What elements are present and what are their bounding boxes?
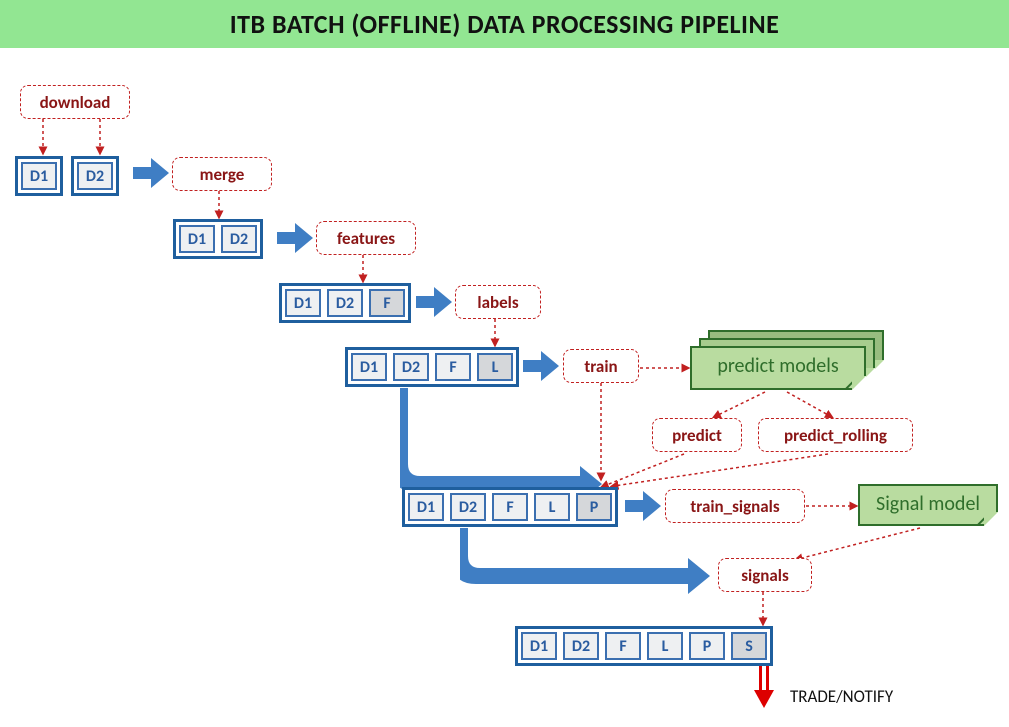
step-download: download xyxy=(20,85,130,119)
cells-merged: D1 D2 xyxy=(173,219,263,259)
cell-d1: D1 xyxy=(285,289,321,317)
cell-l: L xyxy=(534,493,570,521)
step-merge: merge xyxy=(172,157,272,191)
cells-labels: D1 D2 F L xyxy=(345,347,519,387)
arrow-models-predict xyxy=(710,390,770,420)
step-labels: labels xyxy=(455,285,541,319)
cell-p: P xyxy=(576,493,612,521)
cells-signals: D1 D2 F L P S xyxy=(515,626,773,666)
cell-d2: D2 xyxy=(563,632,599,660)
model-predict-label: predict models xyxy=(717,354,838,378)
arrow-train-sigmodel xyxy=(806,501,860,511)
step-predict: predict xyxy=(652,418,742,452)
step-signals: signals xyxy=(718,558,812,592)
cell-d1: D1 xyxy=(351,353,387,381)
step-train-signals: train_signals xyxy=(665,489,805,523)
cell-p: P xyxy=(689,632,725,660)
cell-d1: D1 xyxy=(21,162,57,190)
cells-features: D1 D2 F xyxy=(279,283,411,323)
arrow-signals-down xyxy=(758,592,768,628)
arrow-to-trainsig xyxy=(625,491,661,521)
cell-s: S xyxy=(731,632,767,660)
arrow-to-train xyxy=(523,351,559,381)
arrow-merge-down xyxy=(214,191,224,221)
page-title: ITB BATCH (OFFLINE) DATA PROCESSING PIPE… xyxy=(230,8,780,40)
model-predict-stack: predict models xyxy=(690,330,890,390)
cell-f: F xyxy=(492,493,528,521)
cell-d1: D1 xyxy=(179,225,215,253)
step-features: features xyxy=(316,221,416,255)
label-trade-notify: TRADE/NOTIFY xyxy=(790,686,893,707)
cell-d1: D1 xyxy=(521,632,557,660)
cell-d2: D2 xyxy=(393,353,429,381)
arrow-sigmodel-signals xyxy=(790,525,930,565)
cell-l: L xyxy=(477,353,513,381)
cell-f: F xyxy=(605,632,641,660)
cells-predict: D1 D2 F L P xyxy=(402,487,618,527)
arrow-to-features xyxy=(277,223,313,253)
cell-f: F xyxy=(435,353,471,381)
arrow-predictroll-p xyxy=(606,452,836,492)
cell-l: L xyxy=(647,632,683,660)
cell-d2: D2 xyxy=(327,289,363,317)
arrow-features-down xyxy=(358,255,368,285)
arrow-download-d1 xyxy=(38,119,48,157)
model-signal-label: Signal model xyxy=(876,492,980,516)
cell-f: F xyxy=(369,289,405,317)
arrow-final-trade xyxy=(752,666,776,715)
model-signal: Signal model xyxy=(858,484,1008,530)
arrow-to-merge xyxy=(133,158,169,188)
arrow-to-labels xyxy=(416,287,452,317)
arrow-labels-down xyxy=(490,319,500,349)
step-train: train xyxy=(563,349,639,383)
cells-d1: D1 D2 xyxy=(15,156,119,196)
cell-d2: D2 xyxy=(77,162,113,190)
arrow-train-models xyxy=(640,363,692,373)
cell-d1: D1 xyxy=(408,493,444,521)
arrow-download-d2 xyxy=(95,119,105,157)
cell-d2: D2 xyxy=(221,225,257,253)
elbow-predict-to-signals xyxy=(460,528,720,598)
arrow-models-predictroll xyxy=(782,390,842,420)
title-bar: ITB BATCH (OFFLINE) DATA PROCESSING PIPE… xyxy=(0,0,1009,48)
step-predict-rolling: predict_rolling xyxy=(758,418,913,452)
cell-d2: D2 xyxy=(450,493,486,521)
